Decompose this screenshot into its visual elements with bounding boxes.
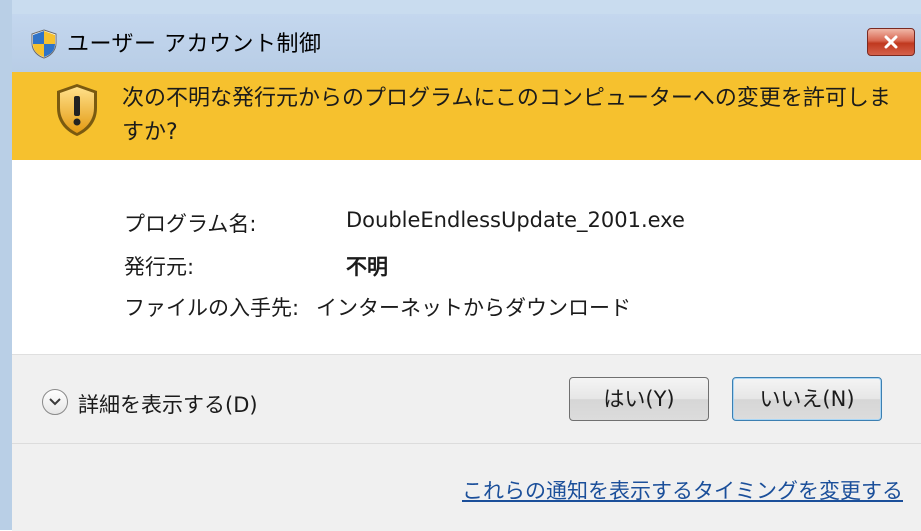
- no-button[interactable]: いいえ(N): [732, 377, 882, 421]
- file-origin-value: インターネットからダウンロード: [316, 296, 631, 320]
- program-info: プログラム名: DoubleEndlessUpdate_2001.exe 発行元…: [12, 160, 921, 354]
- warning-banner: 次の不明な発行元からのプログラムにこのコンピューターへの変更を許可しますか?: [12, 72, 921, 160]
- window-title: ユーザー アカウント制御: [67, 32, 322, 57]
- publisher-row: 発行元: 不明: [124, 251, 388, 281]
- program-name-label: プログラム名:: [124, 212, 257, 236]
- uac-shield-icon: [31, 29, 57, 59]
- program-name-value: DoubleEndlessUpdate_2001.exe: [346, 208, 685, 232]
- notification-timing-link[interactable]: これらの通知を表示するタイミングを変更する: [462, 475, 903, 505]
- program-name-row: プログラム名: DoubleEndlessUpdate_2001.exe: [124, 208, 685, 238]
- footer-divider: [12, 443, 921, 444]
- show-details-label[interactable]: 詳細を表示する(D): [78, 389, 258, 419]
- publisher-label: 発行元:: [124, 255, 195, 279]
- file-origin-row: ファイルの入手先: インターネットからダウンロード: [124, 292, 631, 322]
- uac-dialog: ユーザー アカウント制御 次の不明な発行元からのプログラムにこのコンピューターへ…: [0, 0, 921, 531]
- window-left-edge: [0, 0, 12, 530]
- dialog-footer: 詳細を表示する(D) はい(Y) いいえ(N) これらの通知を表示するタイミング…: [12, 354, 921, 531]
- consent-question: 次の不明な発行元からのプログラムにこのコンピューターへの変更を許可しますか?: [122, 86, 891, 145]
- close-icon: [884, 35, 898, 49]
- file-origin-label: ファイルの入手先:: [124, 296, 300, 320]
- publisher-value: 不明: [346, 255, 388, 279]
- yes-button[interactable]: はい(Y): [569, 377, 709, 421]
- close-button[interactable]: [867, 28, 915, 56]
- title-bar[interactable]: ユーザー アカウント制御: [12, 14, 921, 72]
- uac-shield-warning-icon: [57, 84, 97, 136]
- chevron-down-icon[interactable]: [42, 389, 68, 415]
